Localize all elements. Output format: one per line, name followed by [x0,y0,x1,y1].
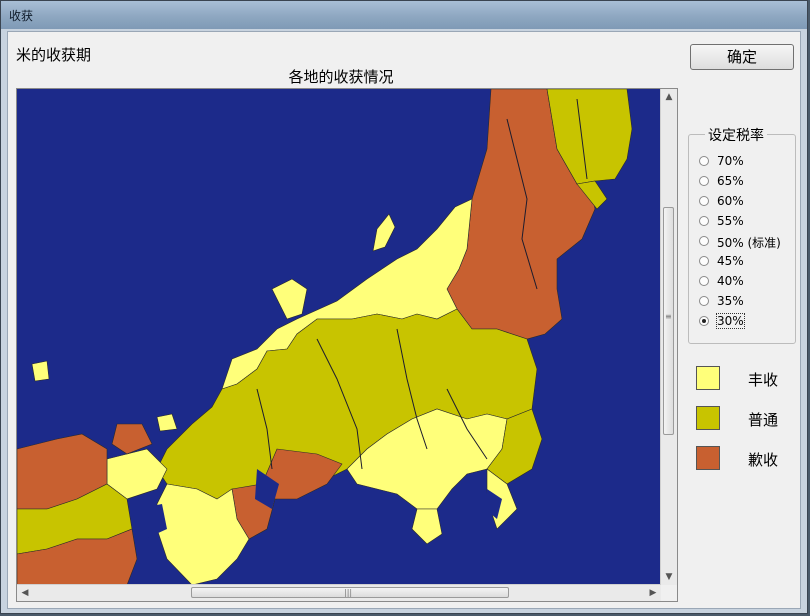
japan-harvest-map[interactable] [17,89,661,585]
legend-good: 丰收 [696,366,796,392]
harvest-window: 收获 米的收获期 各地的收获情况 ▲ ≡ ▼ ◀ ||| ▶ 确定 设定税率 7… [0,0,808,614]
radio-icon [699,156,709,166]
legend-label: 丰收 [748,371,779,389]
legend-label: 普通 [748,411,779,429]
scroll-corner [661,585,677,601]
island-small[interactable] [31,360,50,382]
tax-option-label: 70% [717,154,744,168]
radio-icon [699,256,709,266]
vertical-scrollbar[interactable]: ▲ ≡ ▼ [660,89,677,585]
map-frame: ▲ ≡ ▼ ◀ ||| ▶ [16,88,678,602]
legend-normal: 普通 [696,406,796,432]
title-bar[interactable]: 收获 [1,1,807,29]
tax-option-label: 55% [717,214,744,228]
legend-label: 歉收 [748,451,779,469]
scroll-up-icon[interactable]: ▲ [661,89,677,105]
horizontal-scrollbar[interactable]: ◀ ||| ▶ [17,584,661,601]
map-title: 各地的收获情况 [288,68,394,86]
radio-icon [699,216,709,226]
radio-icon [699,196,709,206]
map-svg [17,89,661,585]
tax-option-label: 35% [717,294,744,308]
scroll-down-icon[interactable]: ▼ [661,569,677,585]
tax-option-label: 50% (标准) [717,236,781,250]
radio-icon [699,296,709,306]
vertical-scroll-thumb[interactable]: ≡ [663,207,674,435]
ok-button[interactable]: 确定 [690,44,794,70]
legend-swatch [696,406,720,430]
horizontal-scroll-thumb[interactable]: ||| [191,587,509,598]
radio-icon [699,236,709,246]
tax-option-label: 65% [717,174,744,188]
window-title: 收获 [9,9,34,23]
radio-icon [699,176,709,186]
grip-icon: ||| [344,588,353,597]
tax-option-label: 30% [716,313,745,329]
tax-rate-legend: 设定税率 [705,125,767,145]
tax-option-label: 40% [717,274,744,288]
tax-option-label: 60% [717,194,744,208]
legend-swatch [696,366,720,390]
grip-icon: ≡ [665,312,672,321]
scroll-right-icon[interactable]: ▶ [645,585,661,601]
legend-poor: 歉收 [696,446,796,472]
scroll-left-icon[interactable]: ◀ [17,585,33,601]
dialog-body: 米的收获期 各地的收获情况 ▲ ≡ ▼ ◀ ||| ▶ 确定 设定税率 70% … [7,31,801,609]
radio-icon [699,276,709,286]
radio-selected-icon [699,316,709,326]
tax-option-label: 45% [717,254,744,268]
legend-swatch [696,446,720,470]
tax-rate-group: 设定税率 70% 65% 60% 55% 50% (标准) 45% 40% 35… [688,125,796,344]
dialog-subtitle: 米的收获期 [16,46,92,64]
